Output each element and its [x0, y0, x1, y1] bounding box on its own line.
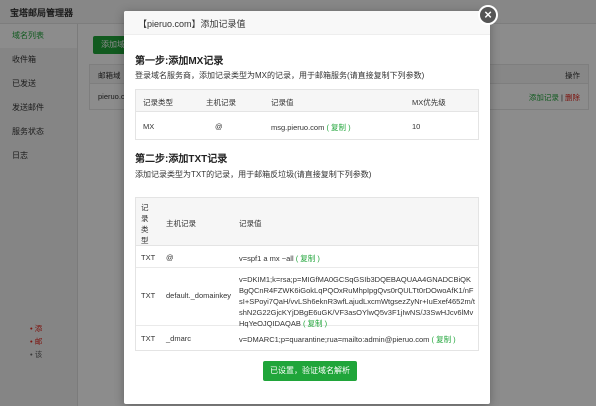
spf-copy-link[interactable]: ( 复制 )	[296, 254, 320, 263]
mx-record-table: 记录类型 主机记录 记录值 MX优先级 MX @ msg.pieruo.com …	[135, 89, 479, 140]
txt-spf-row: TXT @ v=spf1 a mx ~all ( 复制 )	[136, 246, 478, 268]
txt-record-table: 记录类型 主机记录 记录值 TXT @ v=spf1 a mx ~all ( 复…	[135, 197, 479, 351]
mx-host: @	[215, 122, 223, 131]
verify-dns-button[interactable]: 已设置，验证域名解析	[263, 361, 357, 381]
dmarc-copy-link[interactable]: ( 复制 )	[432, 335, 456, 344]
mx-header-host: 主机记录	[206, 98, 236, 107]
modal-title: 【pieruo.com】添加记录值	[124, 11, 490, 35]
step2-title: 第二步:添加TXT记录	[135, 154, 228, 165]
mx-table-header: 记录类型 主机记录 记录值 MX优先级	[136, 90, 478, 112]
dkim-value: v=DKIM1;k=rsa;p=MIGfMA0GCSqGSIb3DQEBAQUA…	[239, 275, 475, 328]
close-icon[interactable]: ×	[478, 5, 498, 25]
spf-value-cell: v=spf1 a mx ~all ( 复制 )	[239, 253, 320, 264]
dmarc-type: TXT	[141, 334, 156, 343]
add-record-modal: 【pieruo.com】添加记录值 第一步:添加MX记录 登录域名服务商，添加记…	[124, 11, 490, 404]
mx-value: msg.pieruo.com	[271, 123, 325, 132]
mx-header-type: 记录类型	[143, 98, 173, 107]
txt-dkim-row: TXT default._domainkey v=DKIM1;k=rsa;p=M…	[136, 268, 478, 329]
step1-title: 第一步:添加MX记录	[135, 56, 224, 67]
mx-header-value: 记录值	[271, 98, 294, 107]
mx-header-priority: MX优先级	[412, 98, 446, 107]
mx-copy-link[interactable]: ( 复制 )	[326, 123, 350, 132]
spf-value: v=spf1 a mx ~all	[239, 254, 294, 263]
step1-desc: 登录域名服务商，添加记录类型为MX的记录，用于邮箱服务(请直接复制下列参数)	[135, 71, 425, 80]
spf-host: @	[166, 253, 174, 262]
dkim-type: TXT	[141, 291, 156, 300]
spf-type: TXT	[141, 253, 156, 262]
dmarc-host: _dmarc	[166, 334, 192, 343]
txt-header-type: 记录类型	[141, 203, 149, 245]
txt-header-host: 主机记录	[166, 219, 196, 228]
dkim-host: default._domainkey	[166, 291, 232, 300]
txt-header-value: 记录值	[239, 219, 262, 228]
dmarc-value: v=DMARC1;p=quarantine;rua=mailto:admin@p…	[239, 335, 430, 344]
txt-dmarc-row: TXT _dmarc v=DMARC1;p=quarantine;rua=mai…	[136, 326, 478, 350]
dmarc-value-cell: v=DMARC1;p=quarantine;rua=mailto:admin@p…	[239, 334, 456, 345]
mx-priority: 10	[412, 122, 421, 131]
mx-value-cell: msg.pieruo.com ( 复制 )	[271, 122, 351, 133]
dkim-value-cell: v=DKIM1;k=rsa;p=MIGfMA0GCSqGSIb3DQEBAQUA…	[239, 274, 475, 329]
mx-record-row: MX @ msg.pieruo.com ( 复制 ) 10	[136, 112, 478, 140]
mx-type: MX	[143, 122, 155, 131]
txt-table-header: 记录类型 主机记录 记录值	[136, 198, 478, 246]
step2-desc: 添加记录类型为TXT的记录，用于邮箱反垃圾(请直接复制下列参数)	[135, 170, 372, 179]
